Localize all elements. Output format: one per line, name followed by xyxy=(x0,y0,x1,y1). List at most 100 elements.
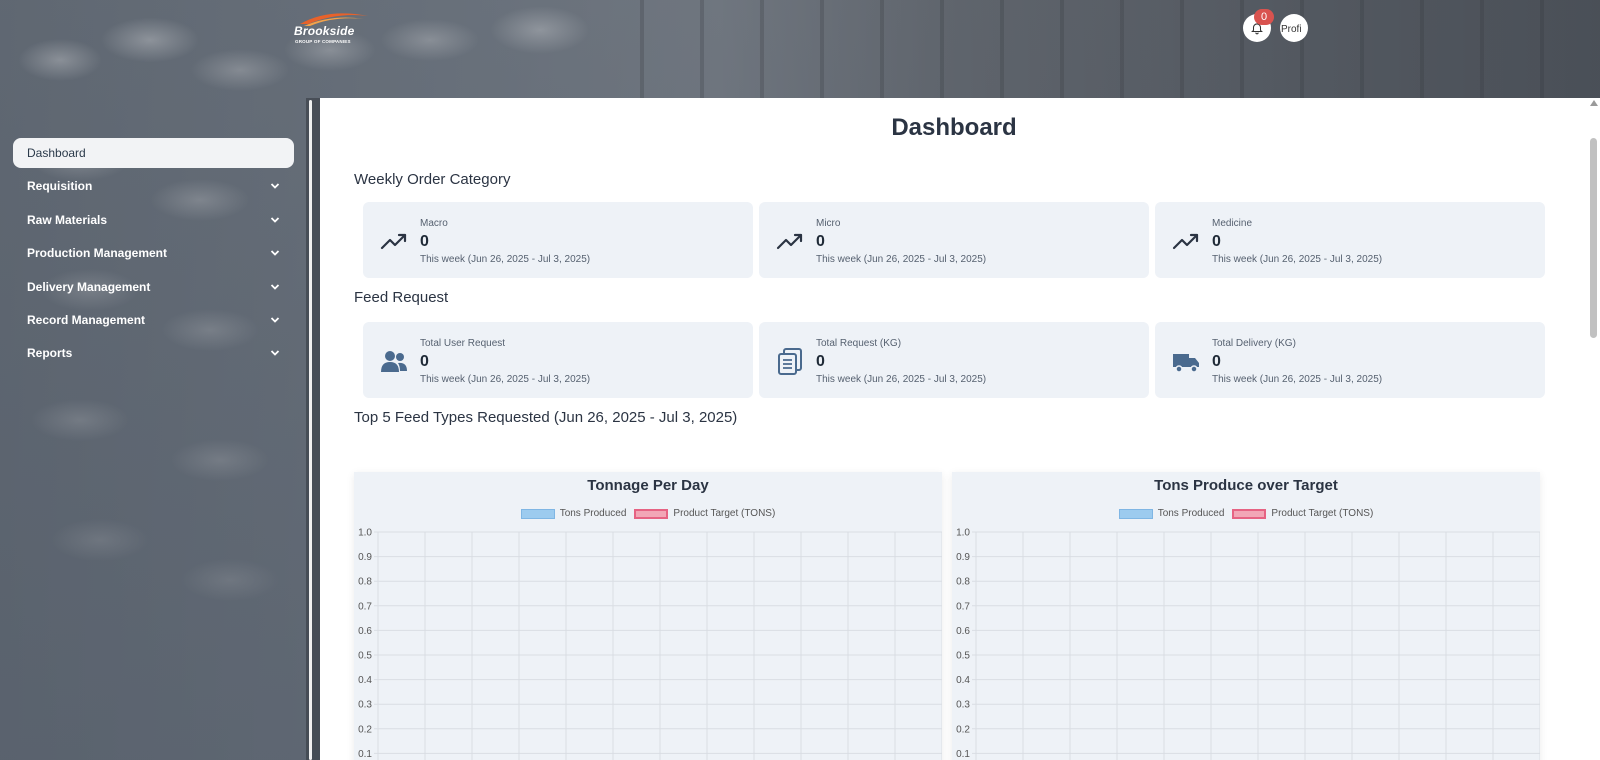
avatar-alt-text: Profi xyxy=(1281,24,1302,35)
main-content: Dashboard Weekly Order Category Macro 0 … xyxy=(320,98,1588,760)
sidebar-item-label: Reports xyxy=(27,346,73,361)
y-tick-label: 0.1 xyxy=(358,749,372,760)
chart-tonnage-per-day: Tonnage Per Day Tons Produced Product Ta… xyxy=(354,472,942,760)
y-tick-label: 0.7 xyxy=(956,601,970,612)
trending-up-icon xyxy=(380,233,407,250)
y-tick-label: 0.8 xyxy=(956,577,970,588)
chart-title: Tons Produce over Target xyxy=(1154,477,1338,494)
sidebar-item-label: Dashboard xyxy=(27,146,86,160)
legend-label: Product Target (TONS) xyxy=(673,508,776,519)
card-total-user-request: Total User Request 0 This week (Jun 26, … xyxy=(363,322,753,398)
sidebar-item-label: Record Management xyxy=(27,312,146,327)
sidebar-item-raw-materials[interactable]: Raw Materials xyxy=(13,205,294,235)
sidebar-item-dashboard[interactable]: Dashboard xyxy=(13,138,294,168)
chevron-down-icon xyxy=(270,217,280,223)
sidebar-item-label: Raw Materials xyxy=(27,212,108,227)
scroll-up-arrow-icon[interactable] xyxy=(1590,100,1598,106)
top-bar: Brookside GROUP OF COMPANIES 0 Profi xyxy=(0,0,1600,98)
clipboard-icon xyxy=(778,348,802,375)
card-subtext: This week (Jun 26, 2025 - Jul 3, 2025) xyxy=(420,254,591,265)
feed-request-heading: Feed Request xyxy=(354,289,449,306)
card-total-request-kg: Total Request (KG) 0 This week (Jun 26, … xyxy=(759,322,1149,398)
card-value: 0 xyxy=(1212,233,1221,250)
users-icon xyxy=(381,351,407,372)
card-macro: Macro 0 This week (Jun 26, 2025 - Jul 3,… xyxy=(363,202,753,278)
brand-name: Brookside xyxy=(294,24,355,38)
card-medicine: Medicine 0 This week (Jun 26, 2025 - Jul… xyxy=(1155,202,1545,278)
legend-swatch xyxy=(520,508,555,519)
legend-item-tons-produced[interactable]: Tons Produced xyxy=(1118,508,1225,519)
y-tick-label: 0.4 xyxy=(956,675,970,686)
brand-logo[interactable]: Brookside GROUP OF COMPANIES xyxy=(294,10,374,46)
card-label: Total Request (KG) xyxy=(816,338,902,349)
sidebar-item-record-management[interactable]: Record Management xyxy=(13,305,294,335)
card-label: Total Delivery (KG) xyxy=(1212,338,1296,349)
sidebar-item-reports[interactable]: Reports xyxy=(13,338,294,368)
legend-label: Tons Produced xyxy=(1157,508,1225,519)
sidebar: Dashboard Requisition Raw Materials Prod… xyxy=(0,98,306,760)
sidebar-item-requisition[interactable]: Requisition xyxy=(13,171,294,201)
card-subtext: This week (Jun 26, 2025 - Jul 3, 2025) xyxy=(816,254,987,265)
card-subtext: This week (Jun 26, 2025 - Jul 3, 2025) xyxy=(816,374,987,385)
y-tick-label: 0.6 xyxy=(956,626,970,637)
notification-badge: 0 xyxy=(1254,9,1274,25)
legend-swatch xyxy=(1118,508,1153,519)
avatar[interactable]: Profi xyxy=(1280,14,1308,42)
card-subtext: This week (Jun 26, 2025 - Jul 3, 2025) xyxy=(420,374,591,385)
card-label: Total User Request xyxy=(420,338,506,349)
card-label: Micro xyxy=(816,218,841,229)
sidebar-item-delivery-management[interactable]: Delivery Management xyxy=(13,272,294,302)
chart-title: Tonnage Per Day xyxy=(587,477,709,494)
sidebar-item-label: Requisition xyxy=(27,179,93,194)
y-tick-label: 0.2 xyxy=(956,724,970,735)
y-tick-label: 0.3 xyxy=(358,700,372,711)
y-tick-label: 0.7 xyxy=(358,601,372,612)
legend-swatch xyxy=(1232,508,1267,519)
y-tick-label: 1.0 xyxy=(358,528,372,539)
sidebar-item-production-management[interactable]: Production Management xyxy=(13,238,294,268)
sidebar-item-label: Delivery Management xyxy=(27,279,151,294)
card-micro: Micro 0 This week (Jun 26, 2025 - Jul 3,… xyxy=(759,202,1149,278)
chart-legend: Tons Produced Product Target (TONS) xyxy=(354,508,942,519)
page-scrollbar[interactable] xyxy=(1588,98,1600,760)
card-value: 0 xyxy=(816,353,825,370)
card-value: 0 xyxy=(420,233,429,250)
y-tick-label: 0.4 xyxy=(358,675,372,686)
legend-label: Product Target (TONS) xyxy=(1271,508,1374,519)
card-label: Macro xyxy=(420,218,448,229)
chevron-down-icon xyxy=(270,283,280,290)
chevron-down-icon xyxy=(270,250,280,256)
legend-swatch xyxy=(634,508,669,519)
y-tick-label: 0.2 xyxy=(358,724,372,735)
legend-item-product-target[interactable]: Product Target (TONS) xyxy=(634,508,775,519)
card-subtext: This week (Jun 26, 2025 - Jul 3, 2025) xyxy=(1212,374,1383,385)
page-scrollbar-thumb[interactable] xyxy=(1590,138,1597,338)
y-tick-label: 0.5 xyxy=(358,651,372,662)
card-value: 0 xyxy=(1212,353,1221,370)
y-tick-label: 0.5 xyxy=(956,651,970,662)
card-value: 0 xyxy=(420,353,429,370)
chevron-down-icon xyxy=(270,183,280,190)
legend-item-tons-produced[interactable]: Tons Produced xyxy=(520,508,627,519)
page-title: Dashboard xyxy=(891,114,1017,141)
weekly-order-heading: Weekly Order Category xyxy=(354,171,511,188)
legend-label: Tons Produced xyxy=(559,508,627,519)
card-subtext: This week (Jun 26, 2025 - Jul 3, 2025) xyxy=(1212,254,1383,265)
y-tick-label: 0.1 xyxy=(956,749,970,760)
chart-tons-over-target: Tons Produce over Target Tons Produced P… xyxy=(952,472,1540,760)
trending-up-icon xyxy=(776,233,803,250)
sidebar-nav: Dashboard Requisition Raw Materials Prod… xyxy=(13,138,294,372)
sidebar-scrollbar[interactable] xyxy=(306,98,320,760)
y-tick-label: 1.0 xyxy=(956,528,970,539)
sidebar-scrollbar-thumb[interactable] xyxy=(309,100,312,760)
truck-icon xyxy=(1173,354,1199,373)
y-tick-label: 0.3 xyxy=(956,700,970,711)
chevron-down-icon xyxy=(270,317,280,323)
legend-item-product-target[interactable]: Product Target (TONS) xyxy=(1232,508,1373,519)
card-value: 0 xyxy=(816,233,825,250)
brand-tagline: GROUP OF COMPANIES xyxy=(295,39,351,44)
sidebar-item-label: Production Management xyxy=(27,246,168,261)
chart-legend: Tons Produced Product Target (TONS) xyxy=(952,508,1540,519)
top-feed-types-heading: Top 5 Feed Types Requested (Jun 26, 2025… xyxy=(354,409,738,426)
chevron-down-icon xyxy=(270,350,280,357)
